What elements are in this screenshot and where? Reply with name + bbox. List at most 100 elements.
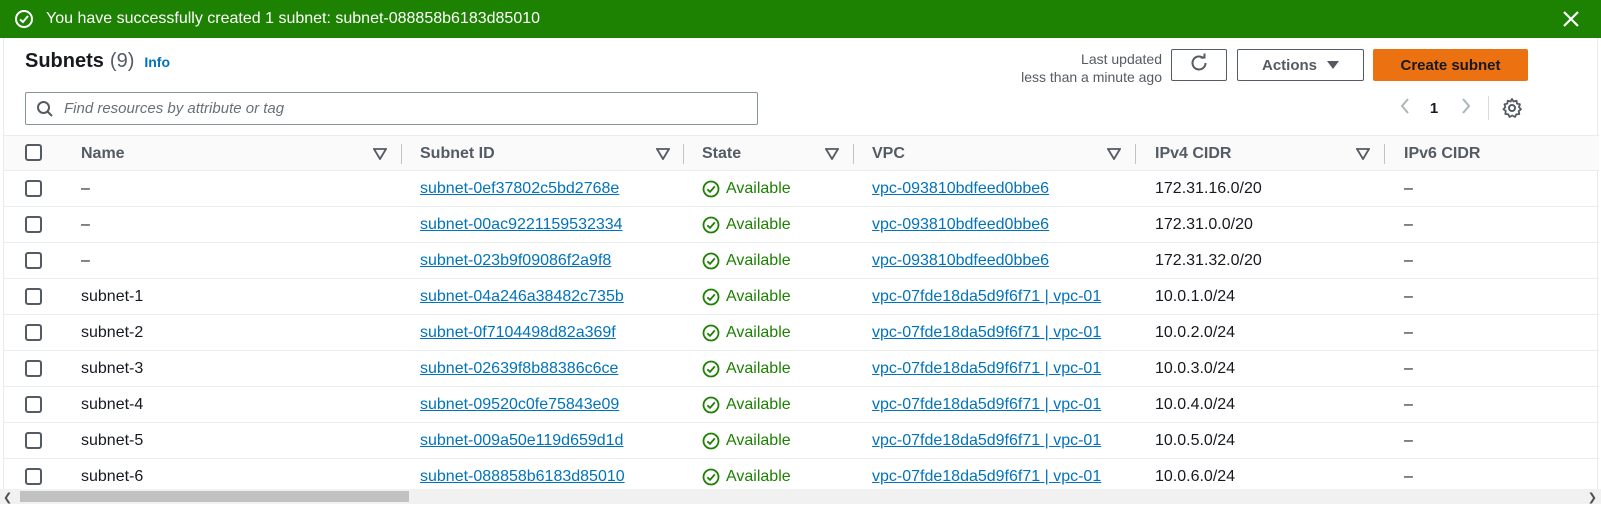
subnet-id-link[interactable]: subnet-023b9f09086f2a9f8 <box>420 252 611 270</box>
refresh-icon <box>1188 52 1210 78</box>
ipv4-cidr: 172.31.32.0/20 <box>1155 251 1262 269</box>
table-row[interactable]: – subnet-00ac9221159532334 Available vpc-09… <box>4 207 1599 243</box>
state-cell: Available <box>702 171 791 206</box>
column-header-state[interactable]: State <box>702 136 741 171</box>
info-link[interactable]: Info <box>144 54 170 70</box>
row-checkbox[interactable] <box>25 432 42 449</box>
subnet-id-link[interactable]: subnet-0f7104498d82a369f <box>420 324 616 342</box>
search-input[interactable] <box>64 100 744 117</box>
row-checkbox[interactable] <box>25 288 42 305</box>
ipv6-cidr: – <box>1404 179 1413 197</box>
column-label: IPv6 CIDR <box>1404 144 1481 162</box>
ipv4-cidr: 10.0.5.0/24 <box>1155 431 1236 449</box>
row-checkbox[interactable] <box>25 468 42 485</box>
banner-message: You have successfully created 1 subnet: … <box>46 10 541 27</box>
horizontal-scrollbar[interactable]: ❮ ❯ <box>0 489 1601 504</box>
subnet-id-link[interactable]: subnet-0ef37802c5bd2768e <box>420 180 619 198</box>
sort-icon[interactable] <box>825 136 839 171</box>
check-circle-icon <box>702 468 720 486</box>
column-header-name[interactable]: Name <box>81 136 125 171</box>
select-all-checkbox[interactable] <box>25 144 42 161</box>
scrollbar-thumb[interactable] <box>20 491 409 502</box>
subnet-count: (9) <box>109 50 135 72</box>
state-label: Available <box>726 251 791 269</box>
actions-button[interactable]: Actions <box>1237 49 1364 81</box>
vpc-link[interactable]: vpc-07fde18da5d9f6f71 | vpc-01 <box>872 432 1101 450</box>
column-label: Name <box>81 144 125 162</box>
state-label: Available <box>726 215 791 233</box>
sort-icon[interactable] <box>656 136 670 171</box>
subnets-table: Name Subnet ID State VPC IPv4 CIDR IPv6 … <box>4 135 1599 495</box>
subnet-id-link[interactable]: subnet-009a50e119d659d1d <box>420 432 623 450</box>
table-row[interactable]: – subnet-0ef37802c5bd2768e Available vpc-09… <box>4 171 1599 207</box>
column-header-ipv4-cidr[interactable]: IPv4 CIDR <box>1155 136 1231 171</box>
column-label: Subnet ID <box>420 144 495 162</box>
create-subnet-button[interactable]: Create subnet <box>1373 49 1528 81</box>
column-header-ipv6-cidr[interactable]: IPv6 CIDR <box>1404 136 1480 171</box>
state-label: Available <box>726 431 791 449</box>
last-updated-value: less than a minute ago <box>1021 69 1162 85</box>
subnet-id-link[interactable]: subnet-00ac9221159532334 <box>420 216 623 234</box>
state-label: Available <box>726 395 791 413</box>
column-divider[interactable] <box>683 144 684 164</box>
vpc-link[interactable]: vpc-093810bdfeed0bbe6 <box>872 252 1049 270</box>
next-page-button[interactable] <box>1456 96 1476 120</box>
ipv6-cidr: – <box>1404 359 1413 377</box>
pager-divider <box>1488 96 1489 120</box>
subnet-name: subnet-2 <box>81 323 144 341</box>
subnet-id-link[interactable]: subnet-088858b6183d85010 <box>420 468 625 486</box>
vpc-link[interactable]: vpc-093810bdfeed0bbe6 <box>872 180 1049 198</box>
column-divider[interactable] <box>1384 144 1385 164</box>
sort-icon[interactable] <box>1107 136 1121 171</box>
scroll-left-icon[interactable]: ❮ <box>3 491 12 504</box>
table-row[interactable]: – subnet-023b9f09086f2a9f8 Available vpc-09… <box>4 243 1599 279</box>
column-divider[interactable] <box>1135 144 1136 164</box>
current-page[interactable]: 1 <box>1422 96 1446 120</box>
ipv4-cidr: 10.0.3.0/24 <box>1155 359 1236 377</box>
column-header-subnet-id[interactable]: Subnet ID <box>420 136 495 171</box>
row-checkbox[interactable] <box>25 360 42 377</box>
row-checkbox[interactable] <box>25 324 42 341</box>
close-icon[interactable] <box>1561 9 1581 29</box>
ipv6-cidr: – <box>1404 395 1413 413</box>
vpc-link[interactable]: vpc-07fde18da5d9f6f71 | vpc-01 <box>872 360 1101 378</box>
vpc-link[interactable]: vpc-07fde18da5d9f6f71 | vpc-01 <box>872 288 1101 306</box>
previous-page-button[interactable] <box>1395 96 1415 120</box>
vpc-link[interactable]: vpc-07fde18da5d9f6f71 | vpc-01 <box>872 468 1101 486</box>
ipv6-cidr: – <box>1404 215 1413 233</box>
row-checkbox[interactable] <box>25 252 42 269</box>
state-label: Available <box>726 359 791 377</box>
subnet-id-link[interactable]: subnet-04a246a38482c735b <box>420 288 624 306</box>
sort-icon[interactable] <box>373 136 387 171</box>
table-row[interactable]: subnet-5 subnet-009a50e119d659d1d Availabl… <box>4 423 1599 459</box>
column-header-vpc[interactable]: VPC <box>872 136 905 171</box>
gear-icon[interactable] <box>1500 96 1524 120</box>
row-checkbox[interactable] <box>25 396 42 413</box>
row-checkbox[interactable] <box>25 216 42 233</box>
table-row[interactable]: subnet-4 subnet-09520c0fe75843e09 Availabl… <box>4 387 1599 423</box>
subnet-id-link[interactable]: subnet-09520c0fe75843e09 <box>420 396 619 414</box>
state-cell: Available <box>702 387 791 422</box>
subnet-id-link[interactable]: subnet-02639f8b88386c6ce <box>420 360 618 378</box>
state-label: Available <box>726 323 791 341</box>
vpc-link[interactable]: vpc-093810bdfeed0bbe6 <box>872 216 1049 234</box>
column-divider[interactable] <box>853 144 854 164</box>
vpc-link[interactable]: vpc-07fde18da5d9f6f71 | vpc-01 <box>872 324 1101 342</box>
search-box[interactable] <box>25 92 758 125</box>
sort-icon[interactable] <box>1356 136 1370 171</box>
table-row[interactable]: subnet-3 subnet-02639f8b88386c6ce Availabl… <box>4 351 1599 387</box>
table-row[interactable]: subnet-2 subnet-0f7104498d82a369f Availabl… <box>4 315 1599 351</box>
table-row[interactable]: subnet-1 subnet-04a246a38482c735b Availabl… <box>4 279 1599 315</box>
chevron-right-icon <box>1460 97 1472 120</box>
last-updated: Last updated less than a minute ago <box>994 50 1162 86</box>
column-divider[interactable] <box>401 144 402 164</box>
refresh-button[interactable] <box>1171 49 1227 81</box>
vpc-link[interactable]: vpc-07fde18da5d9f6f71 | vpc-01 <box>872 396 1101 414</box>
scroll-right-icon[interactable]: ❯ <box>1588 491 1597 504</box>
panel-header: Subnets (9) Info <box>25 50 170 73</box>
check-circle-icon <box>702 432 720 450</box>
check-circle-icon <box>702 216 720 234</box>
state-label: Available <box>726 179 791 197</box>
row-checkbox[interactable] <box>25 180 42 197</box>
check-circle-icon <box>702 396 720 414</box>
